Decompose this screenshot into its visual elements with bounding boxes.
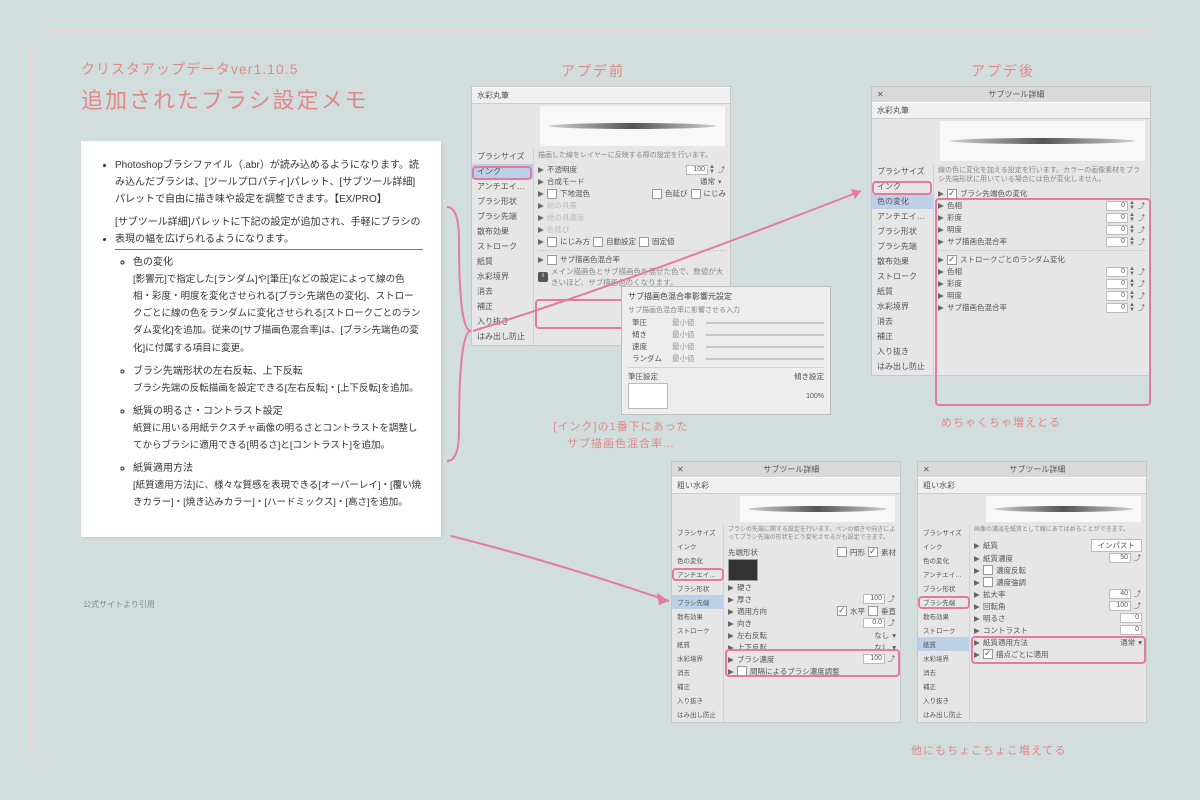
category-item[interactable]: 散布効果 <box>672 609 723 623</box>
category-item[interactable]: 入り抜き <box>472 314 533 329</box>
category-item[interactable]: 紙質 <box>918 637 969 651</box>
param-row[interactable]: ▶サブ描画色混合率0▲▼⤴ <box>938 302 1146 313</box>
category-item[interactable]: 水彩境界 <box>918 651 969 665</box>
category-item[interactable]: 紙質 <box>472 254 533 269</box>
after-label: アプデ後 <box>971 61 1035 81</box>
settings-main: 線の色に変化を加える設定を行います。カラーの画像素材をブラシ先端形状に用いている… <box>934 163 1150 375</box>
category-item[interactable]: アンチエイリアス <box>872 209 933 224</box>
category-item[interactable]: はみ出し防止 <box>672 707 723 721</box>
category-item[interactable]: インク <box>472 164 533 179</box>
panel-after: ✕サブツール詳細 水彩丸筆 ブラシサイズインク色の変化アンチエイリアスブラシ形状… <box>871 86 1151 376</box>
category-item[interactable]: ブラシサイズ <box>672 525 723 539</box>
close-icon[interactable]: ✕ <box>877 90 884 99</box>
brush-preview <box>940 121 1145 161</box>
param-row[interactable]: ▶明度0▲▼⤴ <box>938 224 1146 235</box>
category-item[interactable]: インク <box>918 539 969 553</box>
param-row[interactable]: ▶彩度0▲▼⤴ <box>938 278 1146 289</box>
main-title: 追加されたブラシ設定メモ <box>81 83 369 115</box>
param-row[interactable]: ▶明度0▲▼⤴ <box>938 290 1146 301</box>
note-bullet: Photoshopブラシファイル（.abr）が読み込めるようになります。読み込ん… <box>115 157 423 208</box>
category-item[interactable]: ストローク <box>672 623 723 637</box>
category-item[interactable]: 入り抜き <box>918 693 969 707</box>
brush-preview <box>540 106 725 146</box>
category-item[interactable]: ストローク <box>872 269 933 284</box>
version-label: クリスタアップデータver1.10.5 <box>81 59 369 79</box>
note-subitem: 色の変化[影響元]で指定した[ランダム]や[筆圧]などの設定によって線の色相・彩… <box>133 254 423 357</box>
category-sidebar: ブラシサイズインク色の変化アンチエイリアスブラシ形状ブラシ先端散布効果ストローク… <box>872 163 934 375</box>
category-item[interactable]: ブラシ形状 <box>872 224 933 239</box>
category-item[interactable]: 補正 <box>672 679 723 693</box>
category-item[interactable]: アンチエイリアス <box>472 179 533 194</box>
category-sidebar: ブラシサイズインクアンチエイリアスブラシ形状ブラシ先端散布効果ストローク紙質水彩… <box>472 148 534 345</box>
category-item[interactable]: ブラシ先端 <box>472 209 533 224</box>
title-block: クリスタアップデータver1.10.5 追加されたブラシ設定メモ <box>81 59 369 115</box>
category-item[interactable]: はみ出し防止 <box>872 359 933 374</box>
category-item[interactable]: 水彩境界 <box>472 269 533 284</box>
category-item[interactable]: 水彩境界 <box>672 651 723 665</box>
category-item[interactable]: 散布効果 <box>918 609 969 623</box>
category-item[interactable]: 散布効果 <box>872 254 933 269</box>
category-item[interactable]: インク <box>672 539 723 553</box>
category-item[interactable]: 補正 <box>872 329 933 344</box>
param-row[interactable]: ▶色相0▲▼⤴ <box>938 200 1146 211</box>
category-item[interactable]: ブラシ形状 <box>672 581 723 595</box>
category-item[interactable]: ブラシ形状 <box>918 581 969 595</box>
category-item[interactable]: はみ出し防止 <box>918 707 969 721</box>
category-item[interactable]: 入り抜き <box>872 344 933 359</box>
category-item[interactable]: インク <box>872 179 933 194</box>
category-item[interactable]: ブラシ先端 <box>672 595 723 609</box>
note-subitem: ブラシ先端形状の左右反転、上下反転ブラシ先端の反転描画を設定できる[左右反転]・… <box>133 363 423 397</box>
param-row[interactable]: ▶彩度0▲▼⤴ <box>938 212 1146 223</box>
category-item[interactable]: 散布効果 <box>472 224 533 239</box>
panel-brush-tip: ✕サブツール詳細 粗い水彩 ブラシサイズインク色の変化アンチエイリアスブラシ形状… <box>671 461 901 723</box>
category-item[interactable]: はみ出し防止 <box>472 329 533 344</box>
category-item[interactable]: ブラシ先端 <box>872 239 933 254</box>
category-item[interactable]: ブラシサイズ <box>918 525 969 539</box>
category-item[interactable]: ブラシ先端 <box>918 595 969 609</box>
category-item[interactable]: 紙質 <box>672 637 723 651</box>
category-item[interactable]: 入り抜き <box>672 693 723 707</box>
anno-after: めちゃくちゃ増えとる <box>941 415 1061 432</box>
param-row[interactable]: ▶サブ描画色混合率0▲▼⤴ <box>938 236 1146 247</box>
category-item[interactable]: ブラシ形状 <box>472 194 533 209</box>
category-item[interactable]: 補正 <box>472 299 533 314</box>
anno-ink: [インク]の1番下にあった サブ描画色混合率… <box>521 419 721 452</box>
category-item[interactable]: 消去 <box>872 314 933 329</box>
category-item[interactable]: アンチエイリアス <box>918 567 969 581</box>
category-item[interactable]: 消去 <box>918 665 969 679</box>
category-item[interactable]: 水彩境界 <box>872 299 933 314</box>
note-bullet: [サブツール詳細]パレットに下記の設定が追加され、手軽にブラシの表現の幅を広げら… <box>115 214 423 511</box>
category-item[interactable]: ストローク <box>918 623 969 637</box>
category-item[interactable]: ブラシサイズ <box>872 164 933 179</box>
release-notes: Photoshopブラシファイル（.abr）が読み込めるようになります。読み込ん… <box>81 141 441 537</box>
before-label: アプデ前 <box>561 61 625 81</box>
category-item[interactable]: 紙質 <box>872 284 933 299</box>
category-item[interactable]: 補正 <box>918 679 969 693</box>
category-item[interactable]: 色の変化 <box>872 194 933 209</box>
citation: 公式サイトより引用 <box>83 599 155 610</box>
panel-texture: ✕サブツール詳細 粗い水彩 ブラシサイズインク色の変化アンチエイリアスブラシ形状… <box>917 461 1147 723</box>
category-item[interactable]: ストローク <box>472 239 533 254</box>
category-item[interactable]: 色の変化 <box>672 553 723 567</box>
note-subitem: 紙質の明るさ・コントラスト設定紙質に用いる用紙テクスチャ画像の明るさとコントラス… <box>133 403 423 454</box>
category-item[interactable]: ブラシサイズ <box>472 149 533 164</box>
note-subitem: 紙質適用方法[紙質適用方法]に、様々な質感を表現できる[オーバーレイ]・[覆い焼… <box>133 460 423 511</box>
tool-name: 水彩丸筆 <box>872 102 1150 119</box>
param-row[interactable]: ▶色相0▲▼⤴ <box>938 266 1146 277</box>
spark-mark: 〟 <box>854 181 866 198</box>
anno-bottom: 他にもちょこちょこ増えてる <box>911 743 1066 760</box>
category-item[interactable]: 色の変化 <box>918 553 969 567</box>
influence-popup: サブ描画色混合率影響元設定 サブ描画色混合率に影響させる入力 筆圧最小値傾き最小… <box>621 286 831 415</box>
category-item[interactable]: 消去 <box>672 665 723 679</box>
category-item[interactable]: アンチエイリアス <box>672 567 723 581</box>
tool-name: 水彩丸筆 <box>472 87 730 104</box>
category-item[interactable]: 消去 <box>472 284 533 299</box>
